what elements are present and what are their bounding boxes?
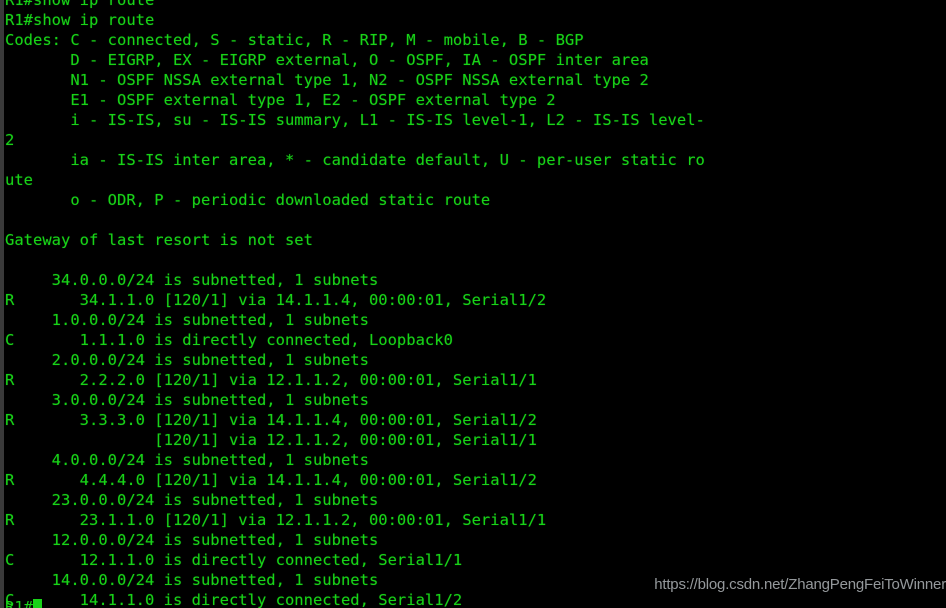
console-line: C 1.1.1.0 is directly connected, Loopbac… bbox=[5, 331, 453, 349]
console-output: R1#show ip route R1#show ip route Codes: C… bbox=[0, 0, 946, 608]
console-line: 4.0.0.0/24 is subnetted, 1 subnets bbox=[5, 451, 369, 469]
console-line: 2.0.0.0/24 is subnetted, 1 subnets bbox=[5, 351, 369, 369]
console-line: R 34.1.1.0 [120/1] via 14.1.1.4, 00:00:0… bbox=[5, 291, 547, 309]
console-line: E1 - OSPF external type 1, E2 - OSPF ext… bbox=[5, 91, 556, 109]
console-line: C 12.1.1.0 is directly connected, Serial… bbox=[5, 551, 463, 569]
console-line: 12.0.0.0/24 is subnetted, 1 subnets bbox=[5, 531, 379, 549]
console-line: o - ODR, P - periodic downloaded static … bbox=[5, 191, 491, 209]
console-line: ia - IS-IS inter area, * - candidate def… bbox=[5, 151, 705, 169]
console-line: N1 - OSPF NSSA external type 1, N2 - OSP… bbox=[5, 71, 649, 89]
console-line: 2 bbox=[5, 131, 15, 149]
console-line: i - IS-IS, su - IS-IS summary, L1 - IS-I… bbox=[5, 111, 705, 129]
console-line: [120/1] via 12.1.1.2, 00:00:01, Serial1/… bbox=[5, 431, 537, 449]
command-prompt[interactable]: R1# bbox=[5, 597, 42, 608]
console-line: 3.0.0.0/24 is subnetted, 1 subnets bbox=[5, 391, 369, 409]
console-line: R1#show ip route bbox=[5, 0, 155, 9]
console-line: R1#show ip route bbox=[5, 11, 155, 29]
console-line: R 23.1.1.0 [120/1] via 12.1.1.2, 00:00:0… bbox=[5, 511, 547, 529]
console-line: R 3.3.3.0 [120/1] via 14.1.1.4, 00:00:01… bbox=[5, 411, 537, 429]
watermark-url: https://blog.csdn.net/ZhangPengFeiToWinn… bbox=[654, 576, 946, 593]
console-line: 1.0.0.0/24 is subnetted, 1 subnets bbox=[5, 311, 369, 329]
console-line: 34.0.0.0/24 is subnetted, 1 subnets bbox=[5, 271, 379, 289]
console-line: Codes: C - connected, S - static, R - RI… bbox=[5, 31, 584, 49]
prompt-label: R1# bbox=[5, 598, 33, 608]
console-line: R 2.2.2.0 [120/1] via 12.1.1.2, 00:00:01… bbox=[5, 371, 537, 389]
console-line: D - EIGRP, EX - EIGRP external, O - OSPF… bbox=[5, 51, 649, 69]
console-line: Gateway of last resort is not set bbox=[5, 231, 313, 249]
console-line: ute bbox=[5, 171, 33, 189]
terminal-window[interactable]: R1#show ip route R1#show ip route Codes: C… bbox=[0, 0, 946, 608]
console-line: 23.0.0.0/24 is subnetted, 1 subnets bbox=[5, 491, 379, 509]
window-left-edge bbox=[0, 0, 4, 608]
console-line: R 4.4.4.0 [120/1] via 14.1.1.4, 00:00:01… bbox=[5, 471, 537, 489]
text-cursor bbox=[33, 599, 42, 608]
